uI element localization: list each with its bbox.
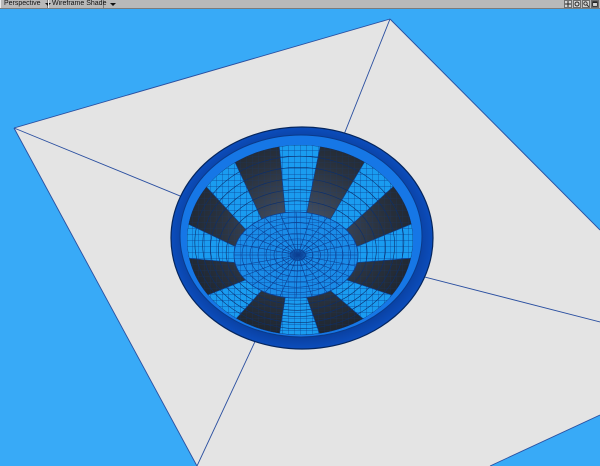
- viewport-window[interactable]: Perspective Wireframe Shade: [0, 0, 600, 466]
- shading-mode-dropdown[interactable]: Wireframe Shade: [48, 0, 117, 8]
- view-mode-label: Perspective: [4, 0, 41, 7]
- viewport-scene[interactable]: [0, 0, 600, 466]
- zoom-icon[interactable]: [582, 0, 590, 8]
- view-mode-dropdown[interactable]: Perspective: [0, 0, 51, 8]
- viewport-nav-icons: [563, 0, 599, 8]
- shading-mode-label: Wireframe Shade: [52, 0, 107, 7]
- viewport-toolbar: Perspective Wireframe Shade: [0, 0, 600, 9]
- rotate-icon[interactable]: [573, 0, 581, 8]
- maximize-icon[interactable]: [591, 0, 599, 8]
- bowl-center-dome: [233, 211, 359, 299]
- move-icon[interactable]: [564, 0, 572, 8]
- chevron-down-icon: [110, 2, 117, 6]
